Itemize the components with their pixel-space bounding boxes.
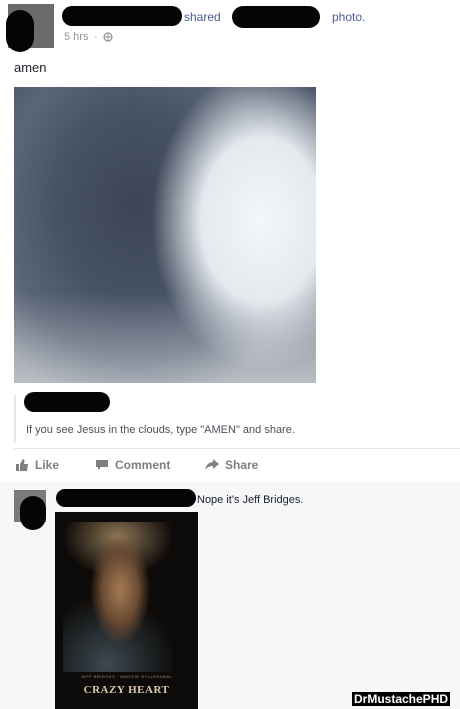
share-button[interactable]: Share: [205, 458, 258, 472]
cloud-photo[interactable]: [14, 87, 316, 383]
crazy-heart-poster[interactable]: JEFF BRIDGES · MAGGIE GYLLENHAAL CRAZY H…: [55, 512, 198, 709]
like-button[interactable]: Like: [16, 458, 59, 472]
meta-separator: ·: [94, 31, 98, 43]
caption-bar: [14, 395, 16, 443]
redaction-author-name: [62, 6, 182, 26]
divider: [14, 448, 460, 449]
poster-credits: JEFF BRIDGES · MAGGIE GYLLENHAAL: [80, 674, 173, 679]
comment-icon: [95, 459, 109, 471]
photo-haze: [14, 293, 316, 383]
redaction-commenter-avatar: [20, 496, 46, 530]
globe-icon[interactable]: [103, 32, 113, 42]
poster-title: CRAZY HEART: [83, 684, 170, 696]
share-arrow-icon: [205, 459, 219, 471]
redaction-original-poster: [232, 6, 320, 28]
share-label: Share: [225, 458, 259, 472]
like-label: Like: [35, 458, 60, 472]
timestamp[interactable]: 5 hrs: [64, 31, 88, 43]
comment-label: Comment: [115, 458, 171, 472]
redaction-avatar: [6, 10, 34, 52]
photo-link[interactable]: photo.: [332, 10, 365, 24]
thumbs-up-icon: [16, 459, 29, 471]
comment-button[interactable]: Comment: [95, 458, 170, 472]
redaction-caption-source: [24, 392, 110, 412]
redaction-commenter-name: [56, 489, 196, 507]
comment-text: Nope it's Jeff Bridges.: [197, 494, 304, 506]
watermark: DrMustachePHD: [352, 692, 451, 706]
poster-portrait: [63, 522, 173, 672]
shared-text: shared: [184, 10, 221, 24]
photo-caption: If you see Jesus in the clouds, type "AM…: [26, 424, 295, 436]
post-text: amen: [14, 60, 47, 75]
